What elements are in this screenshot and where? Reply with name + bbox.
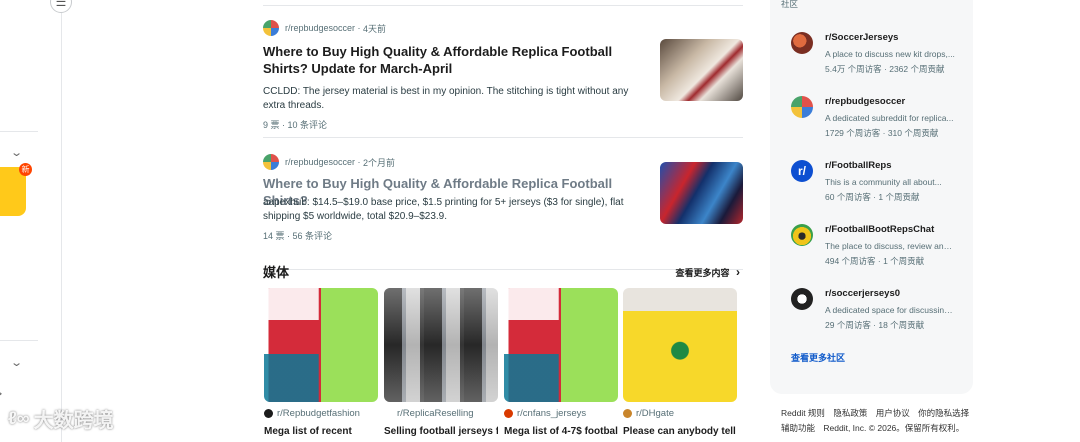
community-stats: 60 个周访客 · 1 个周贡献 [825, 192, 920, 202]
media-caption[interactable]: Mega list of 4-7$ football [504, 426, 618, 437]
post-card[interactable]: r/repbudgesoccer · 2个月前 Where to Buy Hig… [263, 138, 743, 270]
community-item[interactable]: r/FootballBootRepsChat The place to disc… [791, 224, 961, 274]
community-avatar [791, 288, 813, 310]
footer-link[interactable]: 辅助功能 [781, 423, 815, 433]
post-snippet: CCLDD: The jersey material is best in my… [263, 86, 629, 111]
subreddit-avatar [263, 154, 279, 170]
media-image[interactable] [264, 288, 378, 402]
community-description: The place to discuss, review and... [825, 241, 955, 251]
see-more-media-link[interactable]: 查看更多内容 › [675, 265, 740, 279]
media-card[interactable]: r/cnfans_jerseys Mega list of 4-7$ footb… [504, 288, 618, 437]
chevron-right-icon[interactable]: › [0, 388, 2, 400]
watermark: ℓ∞ 大数跨境 [8, 408, 114, 432]
footer-link[interactable]: 隐私政策 [833, 408, 867, 418]
media-section-title: 媒体 [263, 265, 290, 280]
community-description: A dedicated subreddit for replica... [825, 113, 954, 123]
reddit-default-community-icon: r/ [791, 160, 813, 182]
left-nav-rail: ⌄ 新 ⌄ › [0, 0, 62, 442]
post-list: r/repbudgesoccer · 4天前 Where to Buy High… [263, 0, 743, 270]
community-name[interactable]: r/FootballReps [825, 160, 892, 171]
media-card[interactable]: r/Repbudgetfashion Mega list of recent [264, 288, 378, 437]
post-time: 4天前 [363, 23, 387, 34]
post-snippet: aapexhub: $14.5–$19.0 base price, $1.5 p… [263, 197, 624, 222]
chevron-down-icon[interactable]: ⌄ [10, 356, 23, 369]
watermark-logo-icon: ℓ∞ [8, 408, 30, 428]
post-time: 2个月前 [363, 157, 396, 168]
community-name[interactable]: r/soccerjerseys0 [825, 288, 900, 299]
post-meta: r/repbudgesoccer · 4天前 [263, 20, 386, 36]
media-section-header: 媒体 查看更多内容 › [263, 262, 743, 280]
post-meta: r/repbudgesoccer · 2个月前 [263, 154, 395, 170]
media-caption[interactable]: Mega list of recent [264, 426, 378, 437]
post-thumbnail[interactable] [660, 39, 743, 101]
community-item[interactable]: r/soccerjerseys0 A dedicated space for d… [791, 288, 961, 338]
community-avatar [791, 96, 813, 118]
community-stats: 1729 个周访客 · 310 个周贡献 [825, 128, 939, 138]
community-stats: 494 个周访客 · 1 个周贡献 [825, 256, 925, 266]
community-name[interactable]: r/FootballBootRepsChat [825, 224, 934, 235]
community-name[interactable]: r/SoccerJerseys [825, 32, 898, 43]
rail-divider [0, 131, 38, 132]
community-stats: 5.4万 个周访客 · 2362 个周贡献 [825, 64, 945, 74]
media-caption[interactable]: Selling football jerseys for [384, 426, 498, 437]
media-subreddit[interactable]: r/cnfans_jerseys [504, 408, 618, 419]
community-description: This is a community all about... [825, 177, 942, 187]
community-description: A place to discuss new kit drops,... [825, 49, 955, 59]
reddit-search-results-page: ⌄ 新 ⌄ › ☰ r/repbudgesoccer · 4天前 Where t… [0, 0, 1080, 442]
community-item[interactable]: r/repbudgesoccer A dedicated subreddit f… [791, 96, 961, 146]
footer: Reddit 规则 隐私政策 用户协议 你的隐私选择 辅助功能 Reddit, … [781, 406, 981, 436]
media-card[interactable]: r/ReplicaReselling Selling football jers… [384, 288, 498, 437]
post-subreddit[interactable]: r/repbudgesoccer [285, 23, 355, 33]
subreddit-icon [623, 409, 632, 418]
media-caption[interactable]: Please can anybody tell [623, 426, 737, 437]
communities-sidebar: 社区 r/SoccerJerseys A place to discuss ne… [770, 0, 973, 394]
media-subreddit[interactable]: r/ReplicaReselling [384, 408, 498, 419]
subreddit-icon [264, 409, 273, 418]
community-avatar [791, 224, 813, 246]
rail-divider [0, 340, 38, 341]
subreddit-icon [504, 409, 513, 418]
post-stats: 9 票 · 10 条评论 [263, 120, 328, 130]
footer-links-row: Reddit 规则 隐私政策 用户协议 你的隐私选择 [781, 406, 981, 421]
community-description: A dedicated space for discussing... [825, 305, 955, 315]
footer-link[interactable]: 你的隐私选择 [918, 408, 969, 418]
chevron-right-icon: › [736, 265, 740, 279]
copyright-text: Reddit, Inc. © 2026。保留所有权利。 [823, 423, 965, 433]
media-card[interactable]: r/DHgate Please can anybody tell [623, 288, 737, 437]
community-name[interactable]: r/repbudgesoccer [825, 96, 905, 107]
community-item[interactable]: r/SoccerJerseys A place to discuss new k… [791, 32, 961, 82]
post-stats: 14 票 · 56 条评论 [263, 231, 333, 241]
footer-link[interactable]: Reddit 规则 [781, 408, 825, 418]
community-item[interactable]: r/ r/FootballReps This is a community al… [791, 160, 961, 210]
sidebar-label: 社区 [781, 0, 799, 9]
post-thumbnail[interactable] [660, 162, 743, 224]
media-subreddit[interactable]: r/Repbudgetfashion [264, 408, 378, 419]
media-image[interactable] [504, 288, 618, 402]
post-subreddit[interactable]: r/repbudgesoccer [285, 157, 355, 167]
post-card[interactable]: r/repbudgesoccer · 4天前 Where to Buy High… [263, 6, 743, 138]
chevron-down-icon[interactable]: ⌄ [10, 146, 23, 159]
subreddit-avatar [263, 20, 279, 36]
community-avatar [791, 32, 813, 54]
new-badge: 新 [19, 163, 32, 176]
media-image[interactable] [384, 288, 498, 402]
media-image[interactable] [623, 288, 737, 402]
media-subreddit[interactable]: r/DHgate [623, 408, 737, 419]
post-title[interactable]: Where to Buy High Quality & Affordable R… [263, 43, 633, 77]
community-stats: 29 个周访客 · 18 个周贡献 [825, 320, 925, 330]
footer-legal-row: 辅助功能 Reddit, Inc. © 2026。保留所有权利。 [781, 421, 981, 436]
see-more-communities-link[interactable]: 查看更多社区 [791, 351, 845, 364]
footer-link[interactable]: 用户协议 [876, 408, 910, 418]
